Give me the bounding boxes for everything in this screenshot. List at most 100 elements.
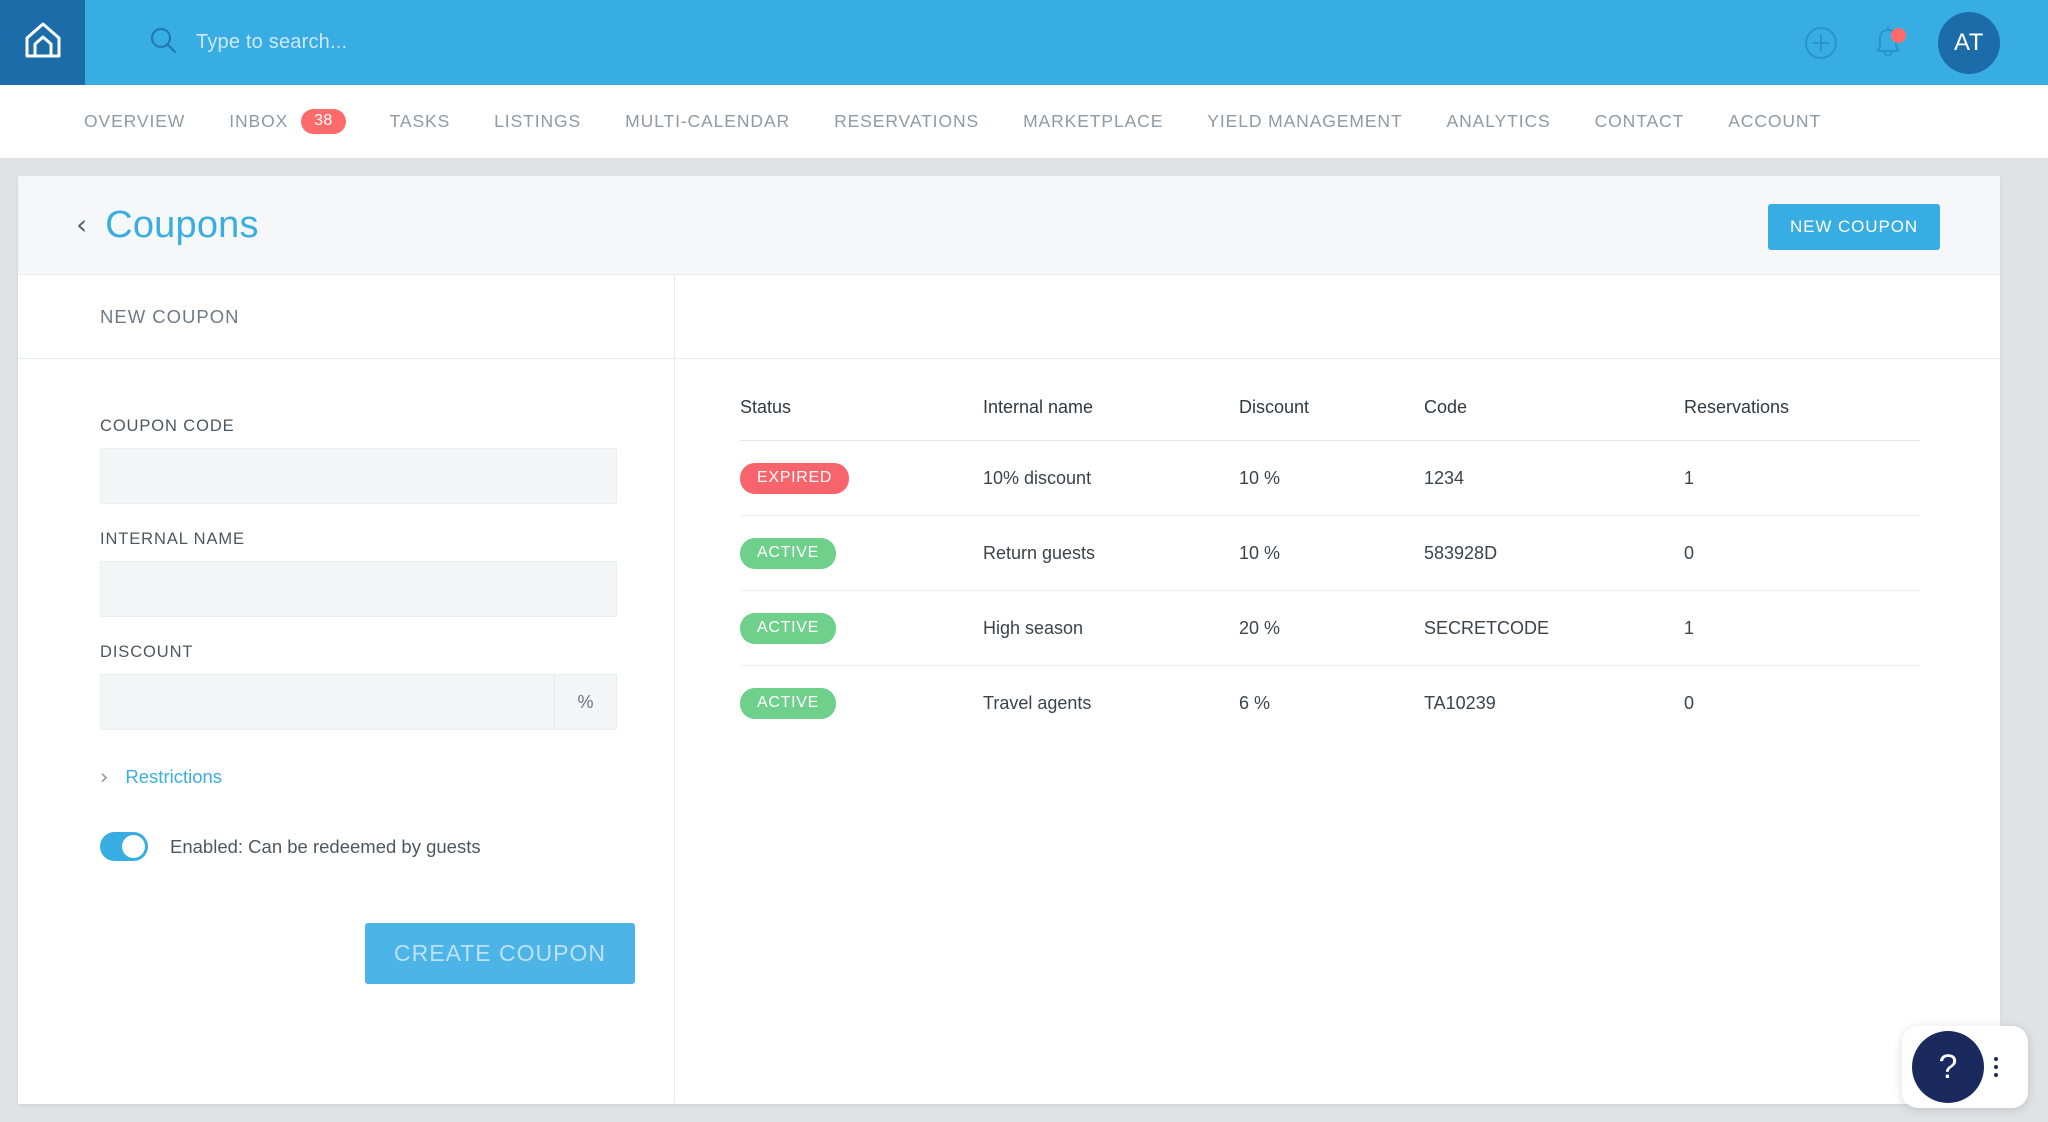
internal-name-label: INTERNAL NAME — [100, 530, 245, 548]
nav-item-listings[interactable]: LISTINGS — [494, 111, 581, 132]
nav-label: MULTI-CALENDAR — [625, 111, 791, 131]
cell-status: EXPIRED — [740, 440, 983, 516]
nav-item-account[interactable]: ACCOUNT — [1728, 111, 1821, 132]
cell-discount: 10 % — [1239, 440, 1424, 516]
cell-code: 1234 — [1424, 440, 1684, 516]
nav-item-multi-calendar[interactable]: MULTI-CALENDAR — [625, 111, 790, 132]
cell-internal-name: Travel agents — [983, 693, 1092, 713]
header-actions: AT — [1804, 0, 2048, 85]
nav-label: ACCOUNT — [1728, 111, 1822, 131]
create-coupon-button[interactable]: CREATE COUPON — [365, 923, 635, 984]
column-header-internal-name: Internal name — [983, 397, 1239, 441]
form-fields: COUPON CODE INTERNAL NAME DISCOUNT % › R… — [18, 359, 674, 984]
cell-status: ACTIVE — [740, 590, 983, 666]
cell-internal-name: Return guests — [983, 515, 1239, 591]
plus-circle-icon[interactable] — [1804, 26, 1838, 60]
table-row[interactable]: ACTIVE Travel agents 6 % TA10239 0 — [740, 666, 1920, 741]
main-navigation: OVERVIEW INBOX 38 TASKS LISTINGS MULTI-C… — [0, 85, 2048, 158]
nav-item-analytics[interactable]: ANALYTICS — [1447, 111, 1551, 132]
cell-reservations: 1 — [1684, 440, 1920, 516]
nav-label: RESERVATIONS — [834, 111, 980, 131]
coupon-code-input[interactable] — [100, 448, 617, 504]
page-title: Coupons — [105, 203, 259, 246]
list-panel-header — [675, 275, 2000, 359]
nav-label: OVERVIEW — [84, 111, 186, 131]
column-header-code: Code — [1424, 397, 1684, 441]
cell-discount: 10 % — [1239, 515, 1424, 591]
enabled-toggle-label: Enabled: Can be redeemed by guests — [170, 835, 481, 857]
internal-name-input[interactable] — [100, 561, 617, 617]
enabled-toggle[interactable] — [100, 832, 148, 861]
status-badge: ACTIVE — [740, 538, 836, 569]
cell-code: 583928D — [1424, 515, 1684, 591]
status-badge: ACTIVE — [740, 688, 836, 719]
coupons-table-wrapper: Status Internal name Discount Code Reser… — [675, 359, 2000, 740]
status-badge: EXPIRED — [740, 463, 850, 494]
table-header: Status Internal name Discount Code Reser… — [740, 397, 1920, 441]
coupons-card: ‹ Coupons NEW COUPON NEW COUPON COUPON C… — [18, 176, 2000, 1104]
cell-status: ACTIVE — [740, 515, 983, 591]
table-row[interactable]: ACTIVE High season 20 % SECRETCODE 1 — [740, 590, 1920, 666]
table-body: EXPIRED 10% discount 10 % 1234 1 ACTIVE … — [740, 440, 1920, 741]
cell-internal-name: High season — [983, 590, 1239, 666]
nav-label: ANALYTICS — [1446, 111, 1551, 131]
cell-status: ACTIVE — [740, 666, 983, 741]
column-header-discount: Discount — [1239, 397, 1424, 441]
cell-reservations: 0 — [1684, 515, 1920, 591]
cell-discount: 6 % — [1239, 693, 1271, 713]
new-coupon-form-panel: NEW COUPON COUPON CODE INTERNAL NAME DIS… — [18, 275, 675, 1103]
coupons-table: Status Internal name Discount Code Reser… — [740, 397, 1920, 740]
cell-discount: 20 % — [1239, 590, 1424, 666]
nav-item-tasks[interactable]: TASKS — [390, 111, 451, 132]
form-panel-title: NEW COUPON — [100, 305, 240, 327]
house-logo-icon — [21, 18, 65, 67]
search-bar[interactable]: Type to search... — [148, 25, 347, 60]
status-badge: ACTIVE — [740, 613, 836, 644]
new-coupon-button[interactable]: NEW COUPON — [1768, 204, 1940, 250]
nav-item-yield-management[interactable]: YIELD MANAGEMENT — [1207, 111, 1402, 132]
question-mark-icon[interactable]: ? — [1912, 1031, 1984, 1103]
chevron-right-icon: › — [100, 764, 109, 789]
column-header-status: Status — [740, 397, 983, 441]
percent-suffix: % — [554, 675, 616, 729]
cell-reservations: 1 — [1684, 590, 1920, 666]
discount-input[interactable] — [101, 675, 554, 729]
cell-internal-name: 10% discount — [983, 440, 1239, 516]
cell-code: SECRETCODE — [1424, 590, 1684, 666]
nav-item-contact[interactable]: CONTACT — [1595, 111, 1685, 132]
table-header-row: Status Internal name Discount Code Reser… — [740, 397, 1920, 441]
nav-item-marketplace[interactable]: MARKETPLACE — [1023, 111, 1163, 132]
nav-item-overview[interactable]: OVERVIEW — [84, 111, 185, 132]
restrictions-toggle-row[interactable]: › Restrictions — [100, 766, 592, 788]
cell-code: TA10239 — [1424, 693, 1496, 713]
avatar[interactable]: AT — [1938, 11, 2000, 74]
chevron-left-icon[interactable]: ‹ — [76, 211, 87, 239]
enabled-toggle-row: Enabled: Can be redeemed by guests — [100, 832, 592, 861]
bell-icon[interactable] — [1872, 26, 1906, 60]
inbox-badge: 38 — [301, 109, 346, 134]
nav-label: INBOX — [229, 111, 289, 131]
nav-label: TASKS — [389, 111, 451, 131]
discount-field-group: % — [100, 674, 617, 730]
app-logo[interactable] — [0, 0, 85, 85]
toggle-knob — [122, 835, 145, 858]
nav-label: MARKETPLACE — [1023, 111, 1164, 131]
discount-label: DISCOUNT — [100, 643, 194, 661]
table-row[interactable]: EXPIRED 10% discount 10 % 1234 1 — [740, 440, 1920, 516]
coupons-list-panel: Status Internal name Discount Code Reser… — [675, 275, 2000, 1103]
nav-item-inbox[interactable]: INBOX 38 — [229, 109, 346, 134]
top-header: Type to search... AT — [0, 0, 2048, 85]
nav-label: YIELD MANAGEMENT — [1207, 111, 1403, 131]
help-widget: ? — [1902, 1026, 2028, 1108]
table-row[interactable]: ACTIVE Return guests 10 % 583928D 0 — [740, 515, 1920, 591]
coupon-code-label: COUPON CODE — [100, 417, 235, 435]
column-header-reservations: Reservations — [1684, 397, 1920, 441]
restrictions-link[interactable]: Restrictions — [125, 766, 222, 788]
search-input[interactable]: Type to search... — [196, 31, 347, 54]
cell-reservations: 0 — [1684, 693, 1695, 713]
nav-label: LISTINGS — [494, 111, 582, 131]
page-header: ‹ Coupons NEW COUPON — [18, 176, 2000, 275]
kebab-menu-icon[interactable] — [1994, 1057, 1998, 1077]
nav-item-reservations[interactable]: RESERVATIONS — [834, 111, 979, 132]
form-panel-header: NEW COUPON — [18, 275, 674, 359]
